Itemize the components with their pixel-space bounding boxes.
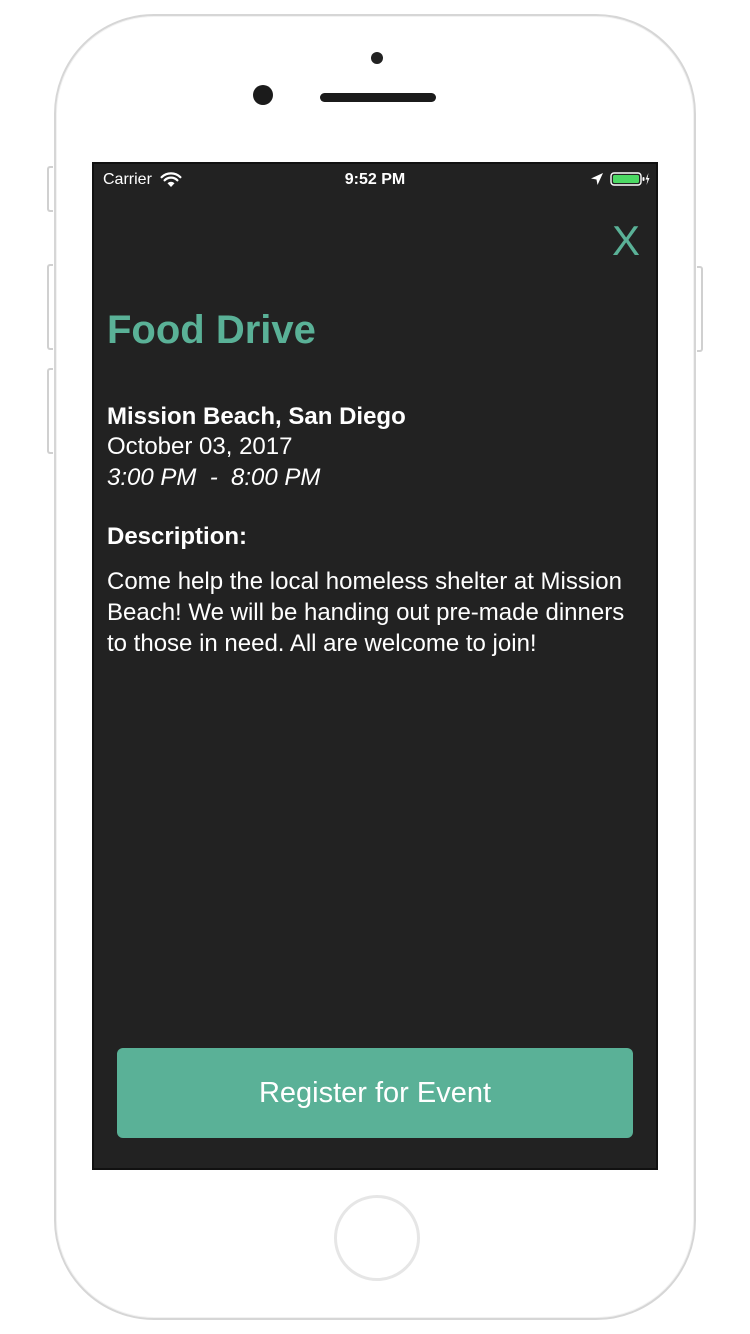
register-button-label: Register for Event — [258, 1076, 492, 1109]
app-screen: Carrier 9:52 PM X Food Drive Mission Bea… — [92, 162, 658, 1170]
volume-up-button — [47, 264, 53, 350]
event-location: Mission Beach, San Diego — [107, 403, 406, 430]
power-button — [697, 266, 703, 352]
earpiece-speaker — [320, 93, 436, 102]
event-date: October 03, 2017 — [107, 433, 293, 460]
event-title: Food Drive — [107, 308, 316, 352]
status-right-group — [590, 171, 650, 187]
page: Carrier 9:52 PM X Food Drive Mission Bea… — [0, 0, 750, 1334]
event-time-range: 3:00 PM - 8:00 PM — [107, 464, 321, 491]
volume-down-button — [47, 368, 53, 454]
charging-bolt-icon — [645, 173, 650, 185]
mute-switch — [47, 166, 53, 212]
description-text: Come help the local homeless shelter at … — [107, 568, 625, 657]
proximity-sensor — [371, 52, 383, 64]
home-button[interactable] — [334, 1195, 420, 1281]
close-button[interactable]: X — [612, 220, 640, 262]
status-time: 9:52 PM — [344, 171, 406, 188]
location-arrow-icon — [591, 173, 603, 185]
description-heading: Description: — [107, 523, 248, 550]
battery-icon — [610, 172, 650, 186]
status-bar: Carrier 9:52 PM — [94, 164, 656, 198]
event-details: Food Drive Mission Beach, San Diego Octo… — [107, 308, 637, 659]
register-button[interactable]: Register for Event — [117, 1048, 633, 1138]
front-camera — [253, 85, 273, 105]
